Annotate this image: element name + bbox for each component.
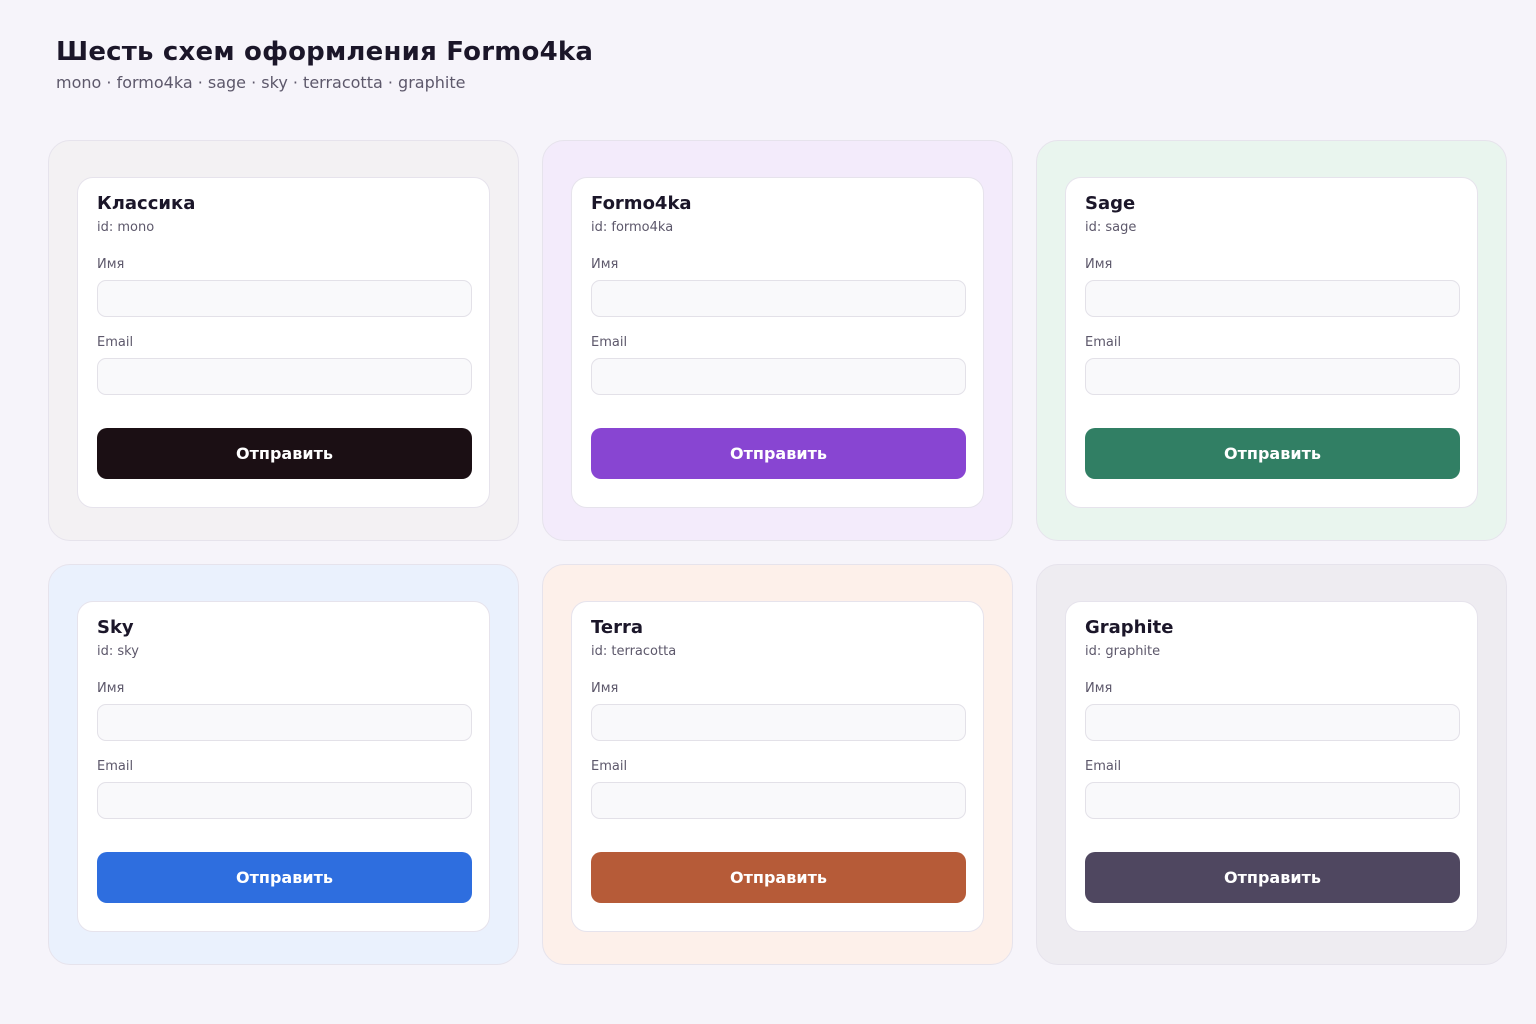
form-card: Sky id: sky Имя Email Отправить	[77, 601, 490, 932]
form-card: Sage id: sage Имя Email Отправить	[1065, 177, 1478, 508]
email-label: Email	[1085, 759, 1122, 774]
name-input[interactable]	[97, 280, 472, 317]
submit-button[interactable]: Отправить	[97, 852, 472, 903]
card-title: Terra	[591, 617, 643, 638]
scheme-id: id: sage	[1085, 220, 1137, 235]
name-input[interactable]	[97, 704, 472, 741]
scheme-grid: Классика id: mono Имя Email Отправить Fo…	[48, 140, 1507, 965]
form-card: Formo4ka id: formo4ka Имя Email Отправит…	[571, 177, 984, 508]
card-title: Graphite	[1085, 617, 1174, 638]
card-title: Sky	[97, 617, 134, 638]
name-label: Имя	[1085, 681, 1113, 696]
name-input[interactable]	[591, 704, 966, 741]
name-input[interactable]	[1085, 704, 1460, 741]
scheme-panel-sky: Sky id: sky Имя Email Отправить	[48, 564, 519, 965]
email-input[interactable]	[97, 358, 472, 395]
form-card: Terra id: terracotta Имя Email Отправить	[571, 601, 984, 932]
submit-button[interactable]: Отправить	[591, 428, 966, 479]
form-card: Graphite id: graphite Имя Email Отправит…	[1065, 601, 1478, 932]
name-label: Имя	[1085, 257, 1113, 272]
page-header: Шесть схем оформления Formo4ka mono · fo…	[56, 36, 593, 93]
scheme-id: id: mono	[97, 220, 155, 235]
submit-button[interactable]: Отправить	[97, 428, 472, 479]
submit-button[interactable]: Отправить	[1085, 852, 1460, 903]
email-label: Email	[97, 335, 134, 350]
name-label: Имя	[591, 257, 619, 272]
card-title: Классика	[97, 193, 196, 214]
scheme-panel-mono: Классика id: mono Имя Email Отправить	[48, 140, 519, 541]
scheme-panel-sage: Sage id: sage Имя Email Отправить	[1036, 140, 1507, 541]
email-input[interactable]	[97, 782, 472, 819]
card-title: Formo4ka	[591, 193, 692, 214]
email-input[interactable]	[591, 782, 966, 819]
name-input[interactable]	[1085, 280, 1460, 317]
name-label: Имя	[97, 681, 125, 696]
scheme-id: id: terracotta	[591, 644, 677, 659]
scheme-id: id: graphite	[1085, 644, 1161, 659]
page-subtitle: mono · formo4ka · sage · sky · terracott…	[56, 73, 466, 92]
scheme-panel-formo4ka: Formo4ka id: formo4ka Имя Email Отправит…	[542, 140, 1013, 541]
submit-button[interactable]: Отправить	[591, 852, 966, 903]
email-label: Email	[97, 759, 134, 774]
name-label: Имя	[591, 681, 619, 696]
submit-button[interactable]: Отправить	[1085, 428, 1460, 479]
name-label: Имя	[97, 257, 125, 272]
scheme-id: id: sky	[97, 644, 139, 659]
card-title: Sage	[1085, 193, 1136, 214]
scheme-panel-terracotta: Terra id: terracotta Имя Email Отправить	[542, 564, 1013, 965]
email-label: Email	[591, 335, 628, 350]
email-label: Email	[1085, 335, 1122, 350]
form-card: Классика id: mono Имя Email Отправить	[77, 177, 490, 508]
page-title: Шесть схем оформления Formo4ka	[56, 37, 594, 67]
email-input[interactable]	[1085, 782, 1460, 819]
name-input[interactable]	[591, 280, 966, 317]
email-input[interactable]	[591, 358, 966, 395]
email-input[interactable]	[1085, 358, 1460, 395]
scheme-id: id: formo4ka	[591, 220, 674, 235]
scheme-panel-graphite: Graphite id: graphite Имя Email Отправит…	[1036, 564, 1507, 965]
email-label: Email	[591, 759, 628, 774]
